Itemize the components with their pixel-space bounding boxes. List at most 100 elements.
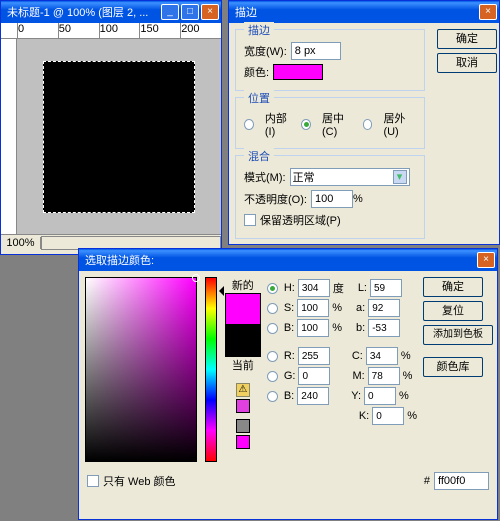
position-group: 位置 内部(I) 居中(C) 居外(U): [235, 97, 425, 149]
stroke-titlebar[interactable]: 描边 ×: [229, 1, 499, 23]
h-input[interactable]: [298, 279, 330, 297]
ruler-tick: 0: [17, 23, 58, 38]
web-colors-checkbox[interactable]: [87, 475, 99, 487]
l-input[interactable]: [370, 279, 402, 297]
r-radio[interactable]: [267, 351, 278, 362]
doc-titlebar[interactable]: 未标题-1 @ 100% (图层 2, ... _ □ ×: [1, 1, 221, 23]
ok-button[interactable]: 确定: [423, 277, 483, 297]
group-title: 描边: [244, 22, 274, 38]
doc-title: 未标题-1 @ 100% (图层 2, ...: [7, 4, 159, 20]
a-input[interactable]: [368, 299, 400, 317]
width-input[interactable]: [291, 42, 341, 60]
color-library-button[interactable]: 颜色库: [423, 357, 483, 377]
new-color-preview: [225, 293, 261, 325]
checkbox-label: 保留透明区域(P): [260, 212, 341, 228]
g-radio[interactable]: [267, 371, 278, 382]
zoom-level[interactable]: 100%: [1, 237, 41, 249]
pct-label: %: [401, 350, 411, 362]
reset-button[interactable]: 复位: [423, 301, 483, 321]
gamut-warning-icon[interactable]: ⚠: [236, 383, 250, 397]
radio-label: 居外(U): [383, 110, 416, 138]
document-window: 未标题-1 @ 100% (图层 2, ... _ □ × 0 50 100 1…: [0, 0, 222, 255]
stroke-dialog: 描边 × 描边 宽度(W): 颜色: 位置 内部(I) 居中(C): [228, 0, 500, 245]
lab-b-label: b:: [356, 322, 365, 334]
m-label: M:: [352, 370, 364, 382]
hex-input[interactable]: [434, 472, 489, 490]
color-title: 选取描边颜色:: [85, 252, 475, 268]
b-radio[interactable]: [267, 323, 278, 334]
mode-value: 正常: [293, 169, 315, 185]
rgb-b-label: B:: [284, 390, 294, 402]
ok-button[interactable]: 确定: [437, 29, 497, 49]
ruler-tick: 100: [99, 23, 140, 38]
cancel-button[interactable]: 取消: [437, 53, 497, 73]
close-button[interactable]: ×: [479, 4, 497, 20]
ruler-tick: 50: [58, 23, 99, 38]
sv-cursor[interactable]: [192, 274, 200, 282]
preserve-transparency-checkbox[interactable]: [244, 214, 256, 226]
position-inside-radio[interactable]: [244, 119, 254, 130]
m-input[interactable]: [368, 367, 400, 385]
hue-pointer[interactable]: [214, 286, 224, 296]
percent-label: %: [353, 193, 363, 205]
k-input[interactable]: [372, 407, 404, 425]
h-radio[interactable]: [267, 283, 278, 294]
minimize-button[interactable]: _: [161, 4, 179, 20]
close-button[interactable]: ×: [201, 4, 219, 20]
color-titlebar[interactable]: 选取描边颜色: ×: [79, 249, 497, 271]
g-label: G:: [284, 370, 296, 382]
s-input[interactable]: [297, 299, 329, 317]
add-swatch-button[interactable]: 添加到色板: [423, 325, 493, 345]
c-input[interactable]: [366, 347, 398, 365]
websafe-swatch[interactable]: [236, 435, 250, 449]
saturation-value-field[interactable]: [85, 277, 197, 462]
pct-label: %: [332, 322, 342, 334]
chevron-down-icon: ▾: [393, 170, 407, 184]
deg-label: 度: [333, 280, 344, 296]
opacity-label: 不透明度(O):: [244, 191, 307, 207]
group-title: 混合: [244, 148, 274, 164]
k-label: K:: [359, 410, 369, 422]
r-input[interactable]: [298, 347, 330, 365]
b-input[interactable]: [297, 319, 329, 337]
position-outside-radio[interactable]: [363, 119, 373, 130]
radio-label: 内部(I): [265, 110, 293, 138]
current-color-preview: [225, 325, 261, 357]
ruler-tick: 200: [180, 23, 221, 38]
c-label: C:: [352, 350, 363, 362]
radio-label: 居中(C): [322, 110, 355, 138]
canvas-area[interactable]: [17, 39, 221, 234]
selection-marquee[interactable]: [44, 62, 194, 212]
hash-label: #: [424, 475, 430, 487]
stroke-title: 描边: [235, 4, 477, 20]
stroke-group: 描边 宽度(W): 颜色:: [235, 29, 425, 91]
close-button[interactable]: ×: [477, 252, 495, 268]
mode-label: 模式(M):: [244, 169, 286, 185]
y-label: Y:: [351, 390, 361, 402]
ruler-tick: 150: [139, 23, 180, 38]
y-input[interactable]: [364, 387, 396, 405]
h-label: H:: [284, 282, 295, 294]
r-label: R:: [284, 350, 295, 362]
lab-b-input[interactable]: [368, 319, 400, 337]
width-label: 宽度(W):: [244, 43, 287, 59]
color-swatch[interactable]: [273, 64, 323, 80]
new-label: 新的: [232, 277, 254, 293]
position-center-radio[interactable]: [301, 119, 311, 130]
maximize-button[interactable]: □: [181, 4, 199, 20]
pct-label: %: [407, 410, 417, 422]
hue-slider[interactable]: [205, 277, 217, 462]
opacity-input[interactable]: [311, 190, 353, 208]
g-input[interactable]: [298, 367, 330, 385]
pct-label: %: [403, 370, 413, 382]
s-radio[interactable]: [267, 303, 278, 314]
mode-select[interactable]: 正常 ▾: [290, 168, 410, 186]
a-label: a:: [356, 302, 365, 314]
websafe-warning-icon[interactable]: [236, 419, 250, 433]
rgb-b-radio[interactable]: [267, 391, 278, 402]
color-label: 颜色:: [244, 64, 269, 80]
rgb-b-input[interactable]: [297, 387, 329, 405]
color-picker-dialog: 选取描边颜色: × 新的 当前 ⚠ H:度 L: S:% a: B:% b:: [78, 248, 498, 520]
gamut-swatch[interactable]: [236, 399, 250, 413]
group-title: 位置: [244, 90, 274, 106]
